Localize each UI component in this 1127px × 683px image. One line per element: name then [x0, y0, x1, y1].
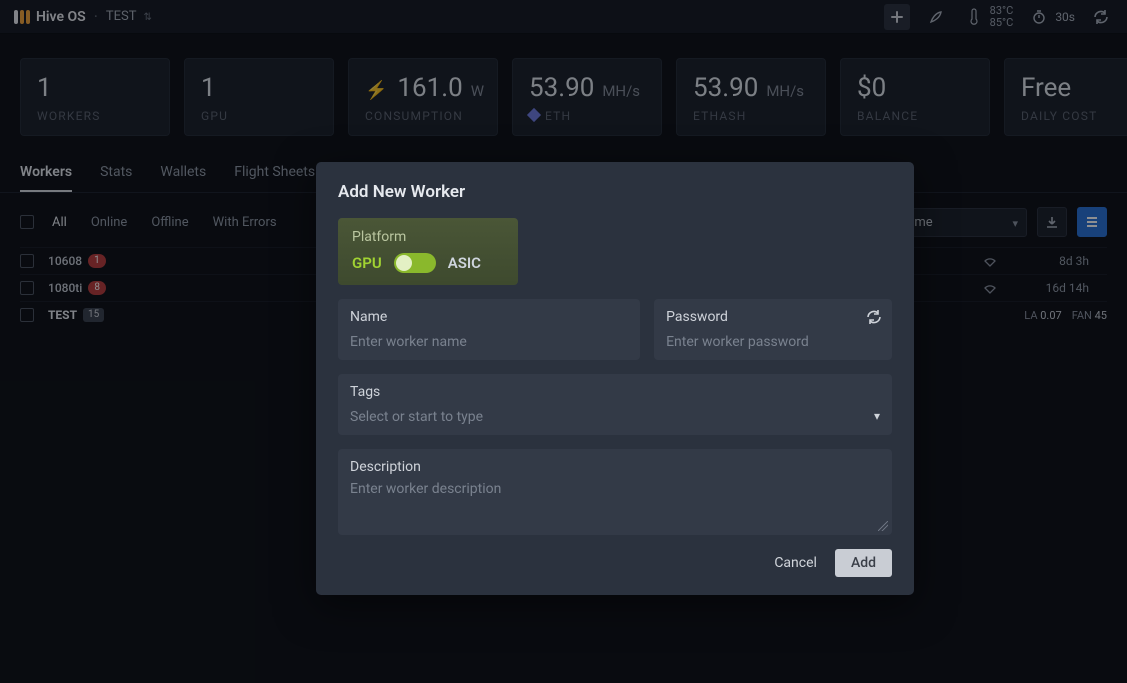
platform-selector: Platform GPU ASIC — [338, 218, 518, 285]
platform-asic[interactable]: ASIC — [448, 254, 481, 272]
add-worker-modal: Add New Worker Platform GPU ASIC Name Pa… — [316, 162, 914, 595]
description-field: Description — [338, 449, 892, 535]
tags-input[interactable] — [350, 409, 880, 425]
cancel-button[interactable]: Cancel — [774, 555, 817, 571]
chevron-down-icon: ▾ — [874, 409, 880, 423]
platform-gpu[interactable]: GPU — [352, 254, 382, 272]
tags-field[interactable]: Tags ▾ — [338, 374, 892, 435]
resize-handle-icon[interactable] — [878, 521, 888, 531]
regenerate-icon[interactable] — [866, 309, 882, 325]
modal-title: Add New Worker — [338, 182, 892, 202]
description-input[interactable] — [350, 481, 880, 521]
name-field: Name — [338, 299, 640, 360]
add-button[interactable]: Add — [835, 549, 892, 577]
platform-label: Platform — [352, 229, 504, 245]
platform-toggle[interactable] — [394, 253, 436, 273]
password-field: Password — [654, 299, 892, 360]
name-input[interactable] — [350, 334, 628, 350]
password-input[interactable] — [666, 334, 880, 350]
